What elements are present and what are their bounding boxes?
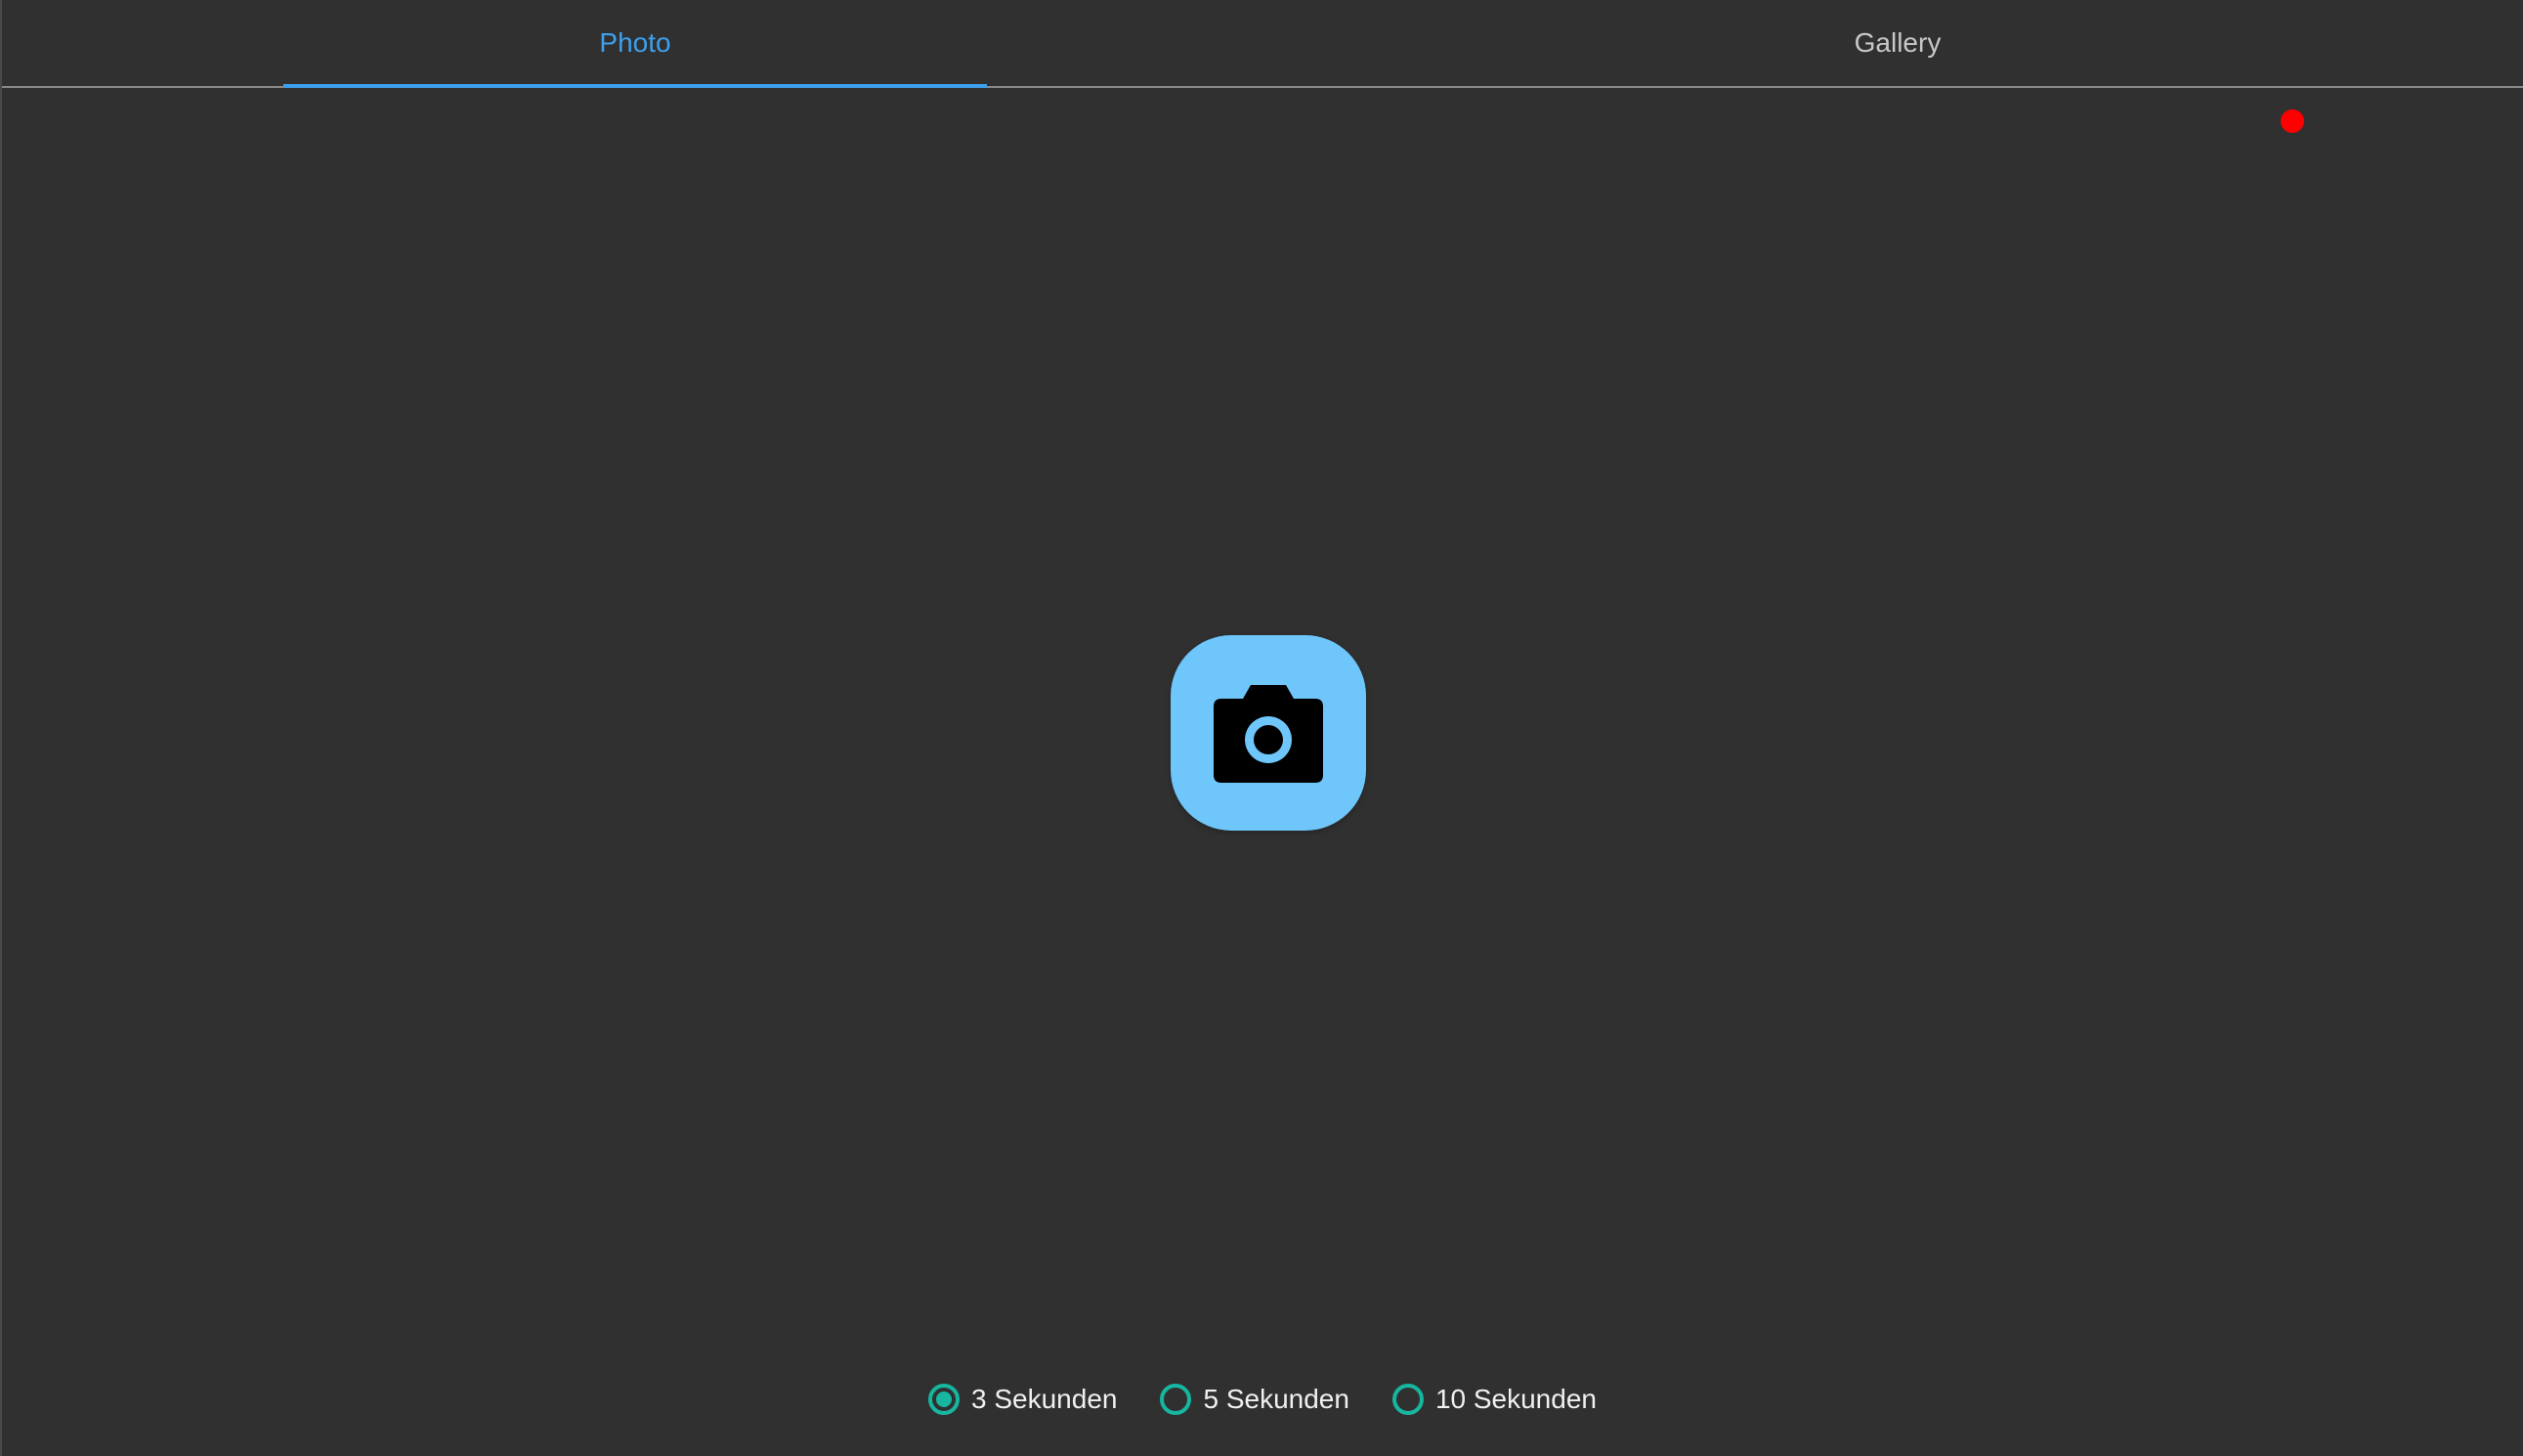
tab-gallery[interactable]: Gallery (1614, 0, 2181, 86)
tab-gallery-label: Gallery (1854, 27, 1942, 58)
timer-option-label: 5 Sekunden (1203, 1384, 1349, 1414)
radio-button[interactable] (1160, 1384, 1192, 1415)
camera-icon (1214, 685, 1323, 783)
radio-selected-dot (936, 1392, 952, 1407)
timer-option-10s[interactable]: 10 Sekunden (1391, 1384, 1597, 1415)
radio-button-selected[interactable] (928, 1384, 960, 1415)
timer-option-3s[interactable]: 3 Sekunden (928, 1384, 1117, 1415)
timer-option-5s[interactable]: 5 Sekunden (1160, 1384, 1349, 1415)
recording-indicator-dot (2281, 109, 2304, 133)
app-window: Photo Gallery 3 Sekunden 5 Sekunden 10 S… (0, 0, 2523, 1456)
radio-button[interactable] (1391, 1384, 1424, 1415)
tab-bar: Photo Gallery (2, 0, 2523, 88)
timer-radio-group: 3 Sekunden 5 Sekunden 10 Sekunden (2, 1372, 2523, 1427)
timer-option-label: 3 Sekunden (971, 1384, 1118, 1414)
take-photo-button[interactable] (1171, 635, 1366, 831)
tab-photo-label: Photo (599, 27, 671, 58)
active-tab-indicator (283, 84, 987, 88)
timer-option-label: 10 Sekunden (1434, 1384, 1597, 1414)
tab-photo[interactable]: Photo (283, 0, 987, 86)
